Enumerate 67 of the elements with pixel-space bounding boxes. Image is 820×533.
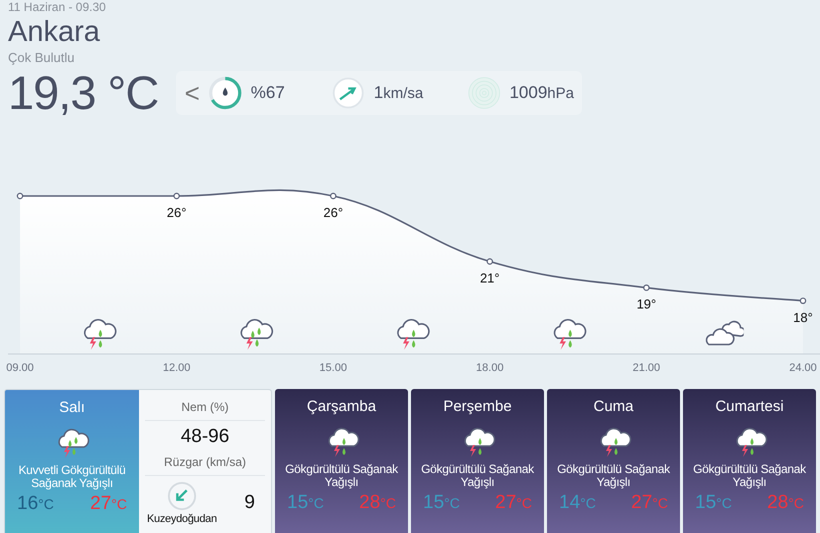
pressure-value: 1009hPa xyxy=(509,82,574,104)
time-label: 21.00 xyxy=(632,362,660,374)
wind-speed: 1km/sa xyxy=(374,82,424,104)
date-time: 11 Haziran - 09.30 xyxy=(8,0,107,14)
day-condition: Kuvvetli Gökgürültülü Sağanak Yağışlı xyxy=(17,464,127,490)
day-condition: Gökgürültülü Sağanak Yağışlı xyxy=(556,463,671,489)
time-label: 15.00 xyxy=(319,362,347,374)
humidity-value: %67 xyxy=(250,82,286,104)
time-label: 09.00 xyxy=(6,362,34,374)
high-temperature: 27°C xyxy=(90,494,127,513)
day-card[interactable]: Cuma Gökgürültülü Sağanak Yağışlı 14°C 27°C xyxy=(547,389,680,533)
day-card[interactable]: Cumartesi Gökgürültülü Sağanak Yağışlı 15°C 28°C xyxy=(683,389,816,533)
day-name: Cumartesi xyxy=(715,397,784,417)
wind-direction-icon xyxy=(166,481,197,511)
previous-button[interactable]: < xyxy=(184,80,200,106)
humidity-label: Nem (%) xyxy=(181,399,229,416)
day-card[interactable]: Perşembe Gökgürültülü Sağanak Yağışlı 15°C 27°C xyxy=(411,389,544,533)
day-condition: Gökgürültülü Sağanak Yağışlı xyxy=(692,463,807,489)
day-name: Cuma xyxy=(593,397,634,417)
humidity-range: 48-96 xyxy=(180,425,230,449)
high-temperature: 28°C xyxy=(359,493,396,512)
high-temperature: 27°C xyxy=(631,493,668,512)
storm-icon xyxy=(398,320,429,350)
low-temperature: 15°C xyxy=(423,493,460,512)
wind-label: Rüzgar (km/sa) xyxy=(164,454,246,471)
condition-text: Çok Bulutlu xyxy=(8,50,76,66)
pressure-icon xyxy=(467,74,502,112)
day-card[interactable]: Çarşamba Gökgürültülü Sağanak Yağışlı 15°C 28°C xyxy=(275,389,408,533)
storm-icon xyxy=(59,430,88,458)
storm-icon xyxy=(84,320,116,350)
temperature-label: 26° xyxy=(323,205,344,220)
day-condition: Gökgürültülü Sağanak Yağışlı xyxy=(284,463,399,489)
day-condition: Gökgürültülü Sağanak Yağışlı xyxy=(420,463,535,489)
low-temperature: 15°C xyxy=(695,493,732,512)
data-point xyxy=(173,192,180,200)
storm-icon xyxy=(554,320,586,350)
high-temperature: 27°C xyxy=(495,493,532,512)
data-point xyxy=(16,192,24,200)
city-name: Ankara xyxy=(8,16,101,48)
low-temperature: 14°C xyxy=(559,493,596,512)
temperature-label: 19° xyxy=(636,296,656,312)
time-label: 24.00 xyxy=(789,362,817,374)
low-temperature: 16°C xyxy=(17,494,54,513)
data-point xyxy=(330,192,336,200)
storm-icon xyxy=(328,428,358,457)
low-temperature: 15°C xyxy=(287,493,324,512)
cloud-icon xyxy=(706,322,745,344)
humidity-gauge xyxy=(208,74,243,112)
storm-icon xyxy=(464,428,494,457)
day-name: Çarşamba xyxy=(306,397,376,417)
data-point xyxy=(800,298,806,304)
data-point xyxy=(486,258,493,265)
temperature-label: 18° xyxy=(793,310,813,325)
storm-icon xyxy=(241,320,272,350)
storm-icon xyxy=(736,428,766,457)
storm-icon xyxy=(600,428,630,457)
day-name: Perşembe xyxy=(443,397,512,417)
wind-speed: 9 xyxy=(244,491,255,516)
temperature-label: 26° xyxy=(166,205,186,220)
time-label: 18.00 xyxy=(476,362,504,374)
data-point xyxy=(643,284,650,291)
current-temperature: 19,3 °C xyxy=(8,68,160,118)
temperature-label: 21° xyxy=(480,270,500,286)
high-temperature: 28°C xyxy=(767,493,804,512)
time-label: 12.00 xyxy=(162,362,190,374)
wind-direction: Kuzeydoğudan xyxy=(147,513,217,526)
day-name: Salı xyxy=(59,398,85,418)
